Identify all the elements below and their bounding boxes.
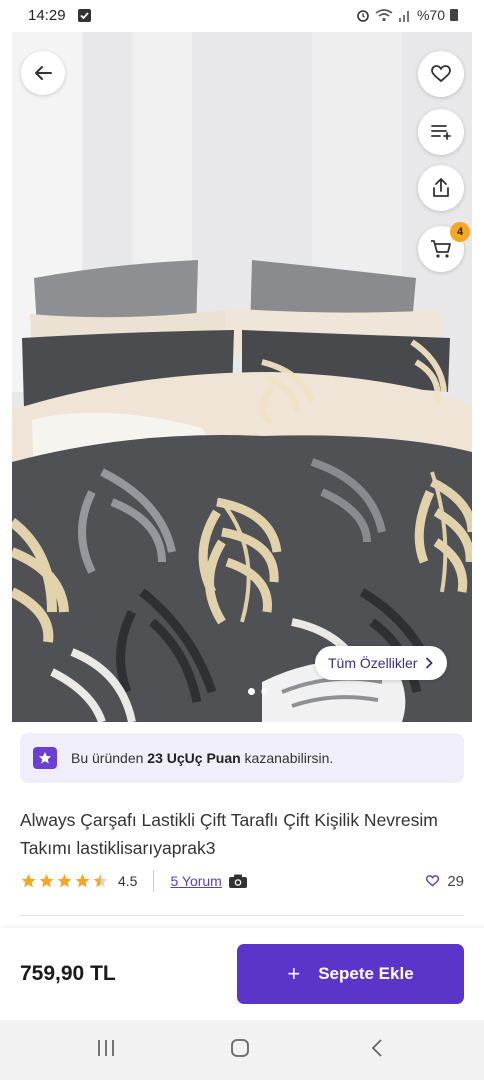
chevron-right-icon	[426, 657, 434, 669]
points-amount: 23 UçUç Puan	[147, 750, 241, 766]
back-nav-icon[interactable]	[370, 1038, 384, 1058]
rating-stars	[20, 873, 109, 889]
status-icons: %70	[356, 7, 458, 23]
points-banner: Bu üründen 23 UçUç Puan kazanabilirsin.	[20, 733, 464, 783]
product-price: 759,90 TL	[20, 962, 116, 985]
add-to-cart-button[interactable]: + Sepete Ekle	[237, 944, 464, 1004]
share-button[interactable]	[418, 165, 464, 211]
star-icon	[21, 874, 36, 888]
system-nav-bar	[0, 1020, 484, 1080]
share-icon	[433, 178, 449, 197]
back-arrow-icon	[35, 66, 52, 80]
cart-icon	[431, 240, 451, 258]
signal-icon	[398, 10, 409, 22]
add-to-list-button[interactable]	[418, 109, 464, 155]
status-bar: 14:29 %70	[0, 0, 484, 32]
back-button[interactable]	[21, 51, 65, 95]
cart-count-badge: 4	[450, 222, 470, 242]
all-features-label: Tüm Özellikler	[328, 655, 418, 671]
heart-icon	[426, 875, 440, 887]
carousel-dot[interactable]	[248, 688, 255, 695]
carousel-dots	[248, 688, 268, 695]
likes-count[interactable]: 29	[426, 873, 464, 890]
star-icon	[75, 874, 90, 888]
cart-button[interactable]: 4	[418, 222, 470, 272]
star-badge-icon	[33, 747, 57, 769]
divider	[20, 915, 464, 916]
add-to-cart-label: Sepete Ekle	[318, 964, 414, 983]
heart-icon	[431, 65, 451, 83]
battery-icon	[450, 9, 458, 21]
star-icon	[39, 874, 54, 888]
product-title: Always Çarşafı Lastikli Çift Taraflı Çif…	[20, 810, 438, 858]
purchase-bar: 759,90 TL + Sepete Ekle	[0, 928, 484, 1020]
rating-row: 4.5 5 Yorum 29	[20, 870, 464, 892]
points-text: Bu üründen 23 UçUç Puan kazanabilirsin.	[71, 750, 334, 766]
rating-divider	[153, 870, 155, 892]
product-photo	[12, 32, 472, 722]
wifi-icon	[375, 9, 393, 22]
status-time: 14:29	[28, 7, 66, 24]
check-notification-icon	[78, 9, 91, 22]
battery-percent: %70	[416, 7, 445, 23]
half-star-icon	[93, 874, 108, 888]
rating-value: 4.5	[118, 873, 138, 889]
camera-icon	[228, 874, 247, 888]
favorite-button[interactable]	[418, 51, 464, 97]
home-icon[interactable]	[230, 1038, 250, 1058]
add-to-list-icon	[431, 125, 451, 140]
product-image-carousel[interactable]: 4 Tüm Özellikler	[12, 32, 472, 722]
all-features-button[interactable]: Tüm Özellikler	[315, 646, 448, 680]
recent-apps-icon[interactable]	[96, 1038, 116, 1058]
alarm-icon	[357, 10, 369, 22]
likes-value: 29	[447, 872, 464, 890]
carousel-dot[interactable]	[261, 688, 268, 695]
reviews-link[interactable]: 5 Yorum	[170, 873, 221, 889]
star-icon	[57, 874, 72, 888]
plus-icon: +	[287, 961, 301, 986]
